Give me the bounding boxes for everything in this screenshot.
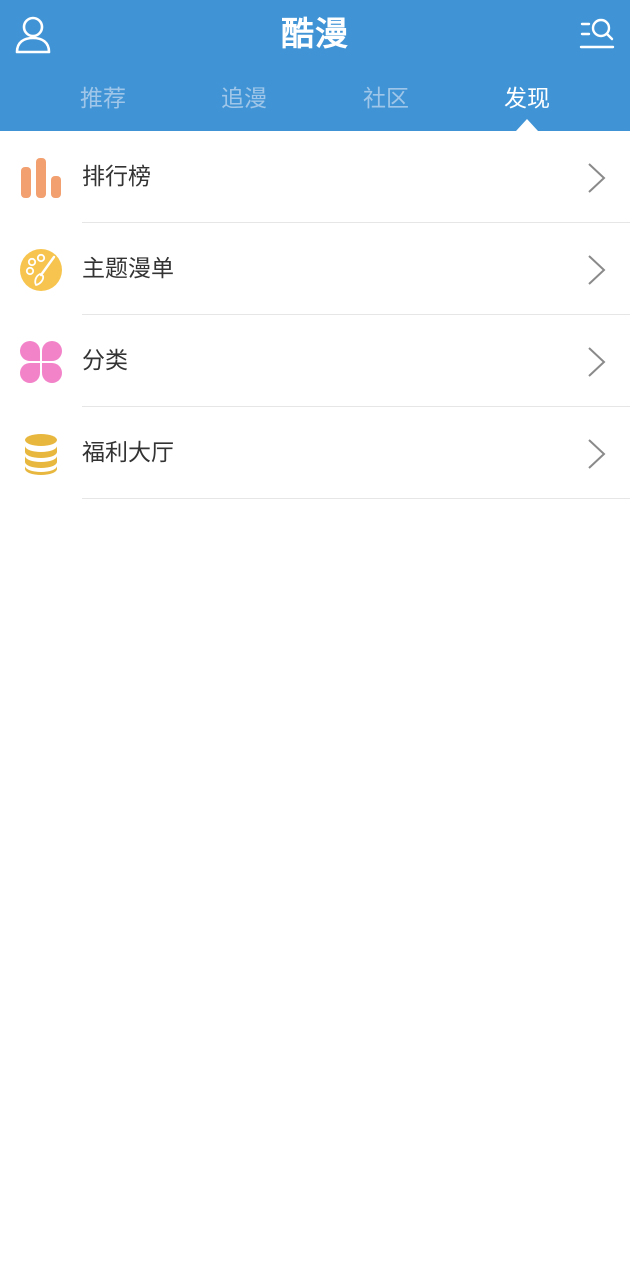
search-button[interactable] (574, 12, 620, 56)
tab-bar: 推荐 追漫 社区 发现 (0, 72, 630, 131)
tab-recommend[interactable]: 推荐 (43, 72, 163, 126)
ranking-bar-chart-icon (21, 158, 61, 198)
menu-item-label: 福利大厅 (82, 440, 174, 466)
active-tab-indicator (516, 119, 538, 131)
user-profile-icon (15, 16, 51, 54)
tab-community[interactable]: 社区 (326, 72, 446, 126)
menu-item-theme-list[interactable]: 主题漫单 (0, 223, 630, 315)
theme-palette-icon (20, 249, 62, 291)
app-header: 酷漫 推荐 追漫 社区 发现 (0, 0, 630, 131)
app-title: 酷漫 (281, 14, 349, 53)
divider (82, 498, 630, 499)
menu-item-category[interactable]: 分类 (0, 315, 630, 407)
menu-item-welfare[interactable]: 福利大厅 (0, 407, 630, 499)
search-list-icon (579, 18, 615, 49)
profile-button[interactable] (12, 12, 54, 56)
menu-item-label: 分类 (82, 348, 128, 374)
welfare-coins-icon (25, 434, 57, 475)
menu-item-ranking[interactable]: 排行榜 (0, 131, 630, 223)
tab-discover[interactable]: 发现 (467, 72, 587, 126)
menu-item-label: 排行榜 (82, 164, 151, 190)
discover-menu-list: 排行榜 主题漫单 分类 福利大厅 (0, 131, 630, 499)
menu-item-label: 主题漫单 (82, 256, 174, 282)
chevron-right-icon (588, 255, 606, 285)
chevron-right-icon (588, 439, 606, 469)
chevron-right-icon (588, 347, 606, 377)
chevron-right-icon (588, 163, 606, 193)
category-clover-icon (20, 341, 62, 383)
tab-following[interactable]: 追漫 (184, 72, 304, 126)
